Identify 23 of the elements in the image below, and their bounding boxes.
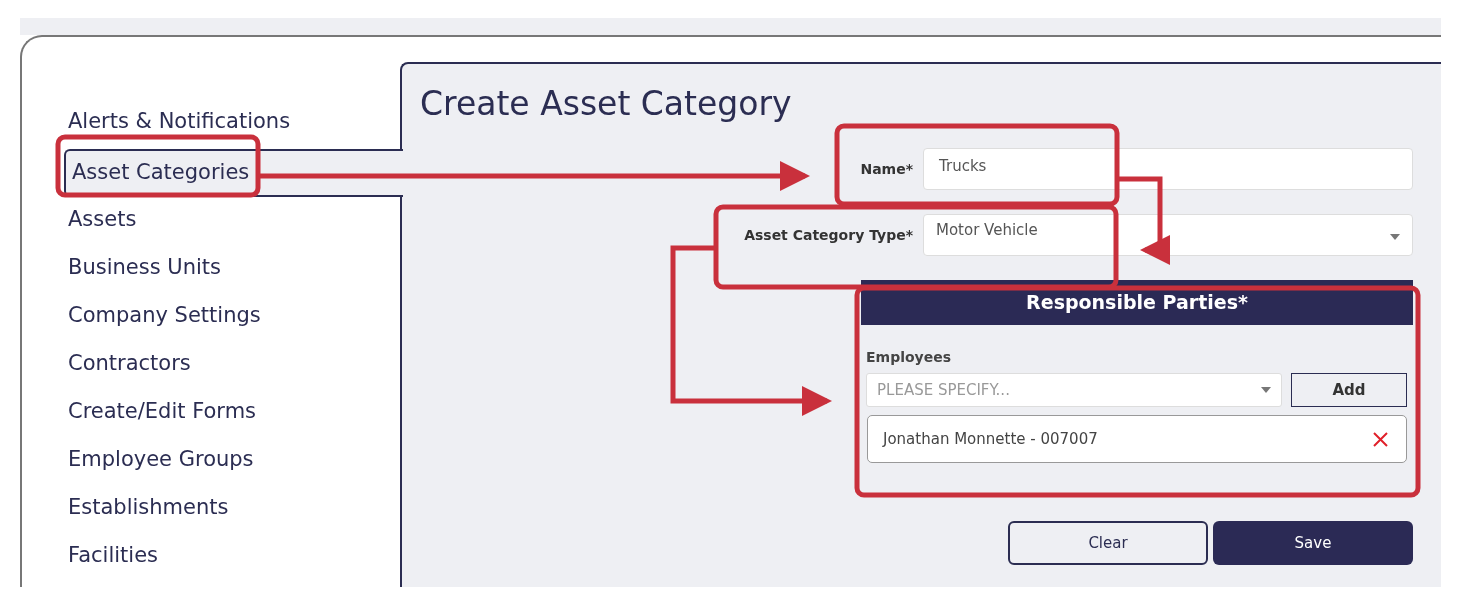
field-label: Name*	[860, 161, 913, 177]
remove-icon[interactable]	[1373, 431, 1388, 447]
caret-icon	[1261, 387, 1271, 393]
sidebar-item[interactable]: Alerts & Notifications	[22, 101, 400, 149]
employee-name: Jonathan Monnette - 007007	[883, 430, 1098, 448]
sidebar-item[interactable]: Asset Categories	[64, 149, 403, 197]
sidebar-item[interactable]: Employee Groups	[22, 439, 400, 487]
type-dropdown[interactable]: Motor Vehicle	[923, 214, 1413, 256]
name-input[interactable]: Trucks	[923, 148, 1413, 190]
employees-label: Employees	[866, 349, 953, 365]
save-button[interactable]: Save	[1213, 521, 1413, 565]
field-label: Asset Category Type*	[744, 227, 913, 243]
sidebar-item[interactable]: Create/Edit Forms	[22, 391, 400, 439]
sidebar-item[interactable]: Contractors	[22, 343, 400, 391]
sidebar-item[interactable]: Company Settings	[22, 295, 400, 343]
add-button[interactable]: Add	[1291, 373, 1407, 407]
page-title: Create Asset Category	[420, 83, 793, 125]
clear-button[interactable]: Clear	[1008, 521, 1208, 565]
sidebar-item[interactable]: Business Units	[22, 247, 400, 295]
caret-icon	[1390, 234, 1400, 240]
sidebar-item[interactable]: Establishments	[22, 487, 400, 535]
sidebar-item[interactable]: Facilities	[22, 535, 400, 583]
sidebar-item[interactable]: Assets	[22, 199, 400, 247]
